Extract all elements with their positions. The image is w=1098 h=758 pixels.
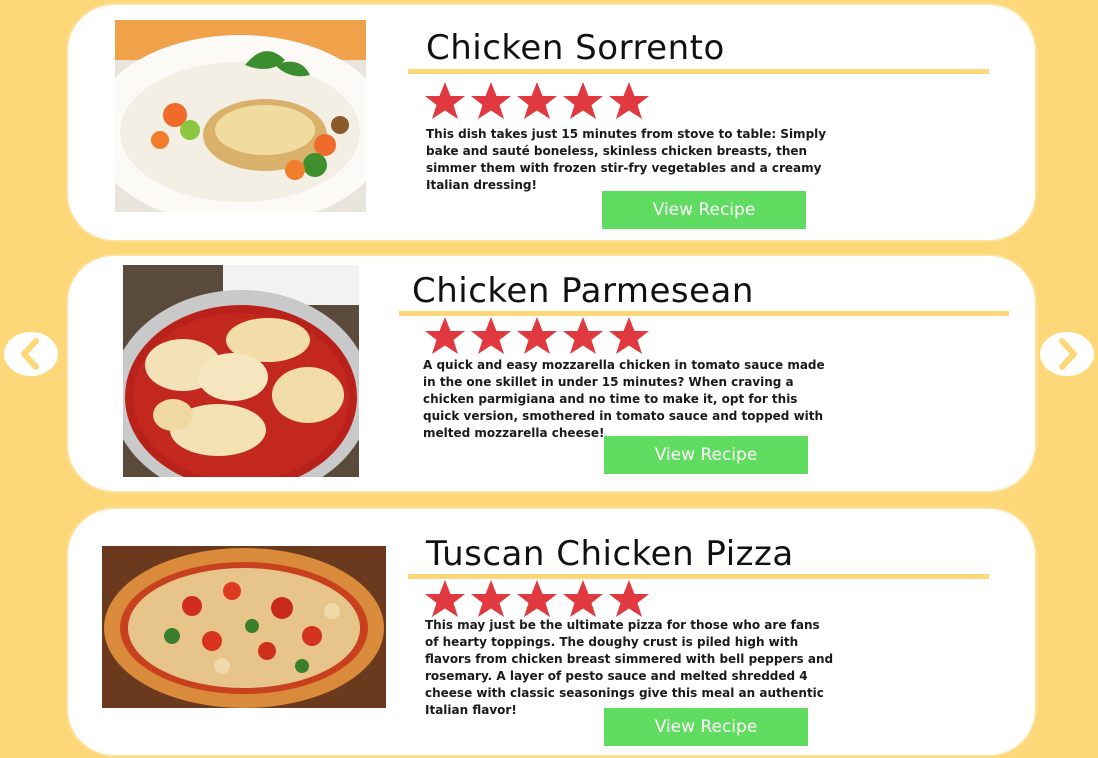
recipe-card: Tuscan Chicken Pizza This may just be th… — [68, 509, 1035, 755]
star-icon — [471, 317, 511, 354]
star-icon — [609, 82, 649, 119]
carousel-prev-button[interactable] — [4, 332, 58, 376]
recipe-card: Chicken Parmesean A quick and easy mozza… — [68, 256, 1035, 491]
chevron-right-icon — [1059, 338, 1077, 370]
star-rating — [422, 579, 652, 619]
recipe-photo-tuscan-chicken-pizza[interactable] — [102, 546, 386, 708]
recipe-description: A quick and easy mozzarella chicken in t… — [423, 358, 825, 440]
star-icon — [471, 82, 511, 119]
star-icon — [517, 580, 557, 617]
star-rating — [422, 81, 652, 121]
recipe-photo-chicken-sorrento[interactable] — [115, 20, 366, 212]
recipe-photo-chicken-parmesean[interactable] — [123, 265, 359, 477]
recipe-card: Chicken Sorrento This dish takes just 15… — [68, 5, 1035, 240]
star-icon — [563, 317, 603, 354]
star-icon — [609, 580, 649, 617]
star-icon — [563, 580, 603, 617]
recipe-description: This may just be the ultimate pizza for … — [425, 618, 834, 717]
star-icon — [425, 580, 465, 617]
star-icon — [517, 317, 557, 354]
star-icon — [425, 317, 465, 354]
carousel-next-button[interactable] — [1040, 332, 1094, 376]
star-icon — [609, 317, 649, 354]
view-recipe-button[interactable]: View Recipe — [604, 708, 808, 746]
view-recipe-button[interactable]: View Recipe — [604, 436, 808, 474]
star-icon — [425, 82, 465, 119]
title-divider — [408, 69, 989, 74]
view-recipe-button[interactable]: View Recipe — [602, 191, 806, 229]
star-icon — [471, 580, 511, 617]
star-rating — [422, 316, 652, 356]
recipe-description: This dish takes just 15 minutes from sto… — [426, 127, 827, 192]
star-icon — [517, 82, 557, 119]
recipe-title: Chicken Parmesean — [412, 271, 754, 311]
recipe-title: Tuscan Chicken Pizza — [426, 534, 794, 574]
recipe-title: Chicken Sorrento — [426, 28, 725, 68]
star-icon — [563, 82, 603, 119]
chevron-left-icon — [21, 338, 39, 370]
